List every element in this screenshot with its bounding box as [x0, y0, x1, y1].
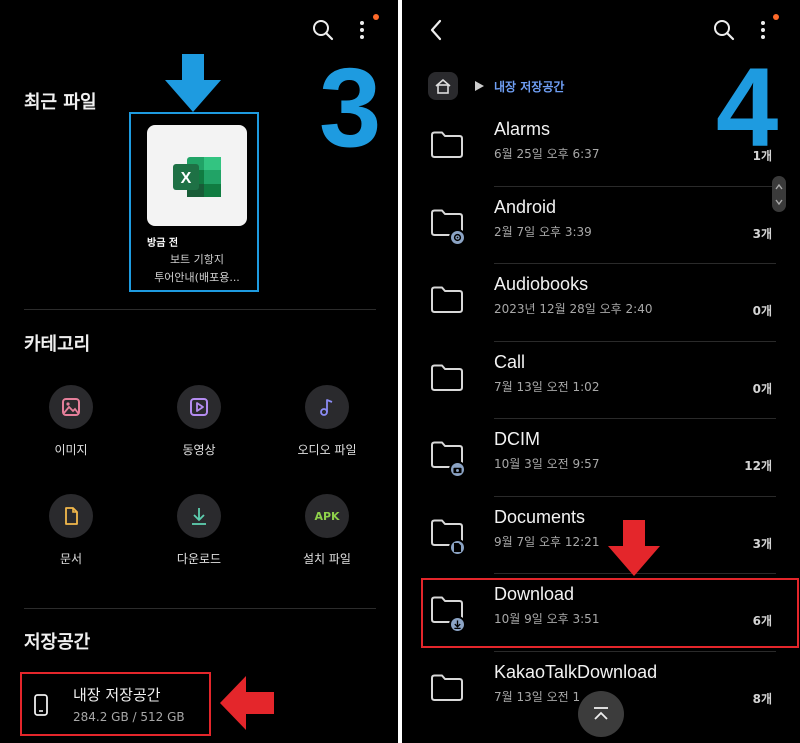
folder-count: 3개: [752, 226, 772, 241]
folder-date: 2월 7일 오후 3:39: [494, 224, 592, 239]
folder-icon: [430, 286, 464, 314]
image-icon: [49, 385, 93, 429]
camera-icon: [449, 461, 466, 478]
recent-files-title: 최근 파일: [24, 92, 97, 113]
folder-row-audiobooks[interactable]: Audiobooks 2023년 12월 28일 오후 2:40 0개: [402, 264, 800, 341]
apk-glyph: APK: [314, 509, 340, 523]
more-vert-icon[interactable]: [749, 16, 777, 44]
storage-title: 저장공간: [24, 632, 91, 653]
folder-name: Call: [494, 351, 526, 372]
scrollbar-handle[interactable]: [772, 176, 786, 212]
folder-icon: [430, 131, 464, 159]
internal-storage-item[interactable]: 내장 저장공간 284.2 GB / 512 GB: [20, 672, 211, 736]
category-label: 문서: [59, 552, 83, 566]
scroll-top-button[interactable]: [578, 691, 624, 737]
folder-date: 10월 3일 오전 9:57: [494, 457, 600, 471]
categories-title: 카테고리: [24, 334, 91, 355]
download-highlight: [421, 578, 799, 648]
more-vert-icon[interactable]: [348, 16, 376, 44]
home-icon[interactable]: [428, 72, 458, 100]
folder-icon: [430, 674, 464, 702]
breadcrumb-current[interactable]: 내장 저장공간: [494, 78, 564, 95]
recent-time-label: 방금 전: [147, 238, 179, 249]
excel-icon: X: [173, 157, 221, 197]
storage-name: 내장 저장공간: [73, 686, 161, 704]
phone-icon: [34, 694, 48, 716]
folder-count: 0개: [752, 304, 772, 318]
recent-file-name-line1: 보트 기항지: [169, 253, 225, 266]
category-label: 다운로드: [176, 552, 222, 566]
music-icon: [305, 385, 349, 429]
folder-row-alarms[interactable]: Alarms 6월 25일 오후 6:37 1개: [402, 109, 800, 186]
video-icon: [177, 385, 221, 429]
gear-icon: [449, 228, 466, 246]
file-home-screen: 3 최근 파일 X 방금 전 보트 기항지 투어안내(배포용... 카테고리 이…: [0, 0, 398, 743]
folder-name: KakaoTalkDownload: [494, 661, 658, 682]
step-number-3: 3: [319, 45, 382, 170]
recent-file-card[interactable]: X 방금 전 보트 기항지 투어안내(배포용...: [129, 112, 259, 292]
notification-dot: [373, 14, 379, 20]
section-divider: [24, 608, 376, 609]
apk-icon: APK: [305, 494, 349, 538]
document-icon: [49, 494, 93, 538]
notification-dot: [773, 14, 779, 20]
recent-file-name-line2: 투어안내(배포용...: [154, 271, 240, 284]
folder-name: Alarms: [494, 119, 551, 139]
folder-count: 8개: [752, 691, 772, 706]
folder-name: Documents: [494, 506, 586, 527]
folder-icon: [430, 519, 466, 556]
search-icon[interactable]: [309, 16, 337, 44]
category-label: 이미지: [54, 443, 88, 457]
storage-size: 284.2 GB / 512 GB: [73, 710, 185, 724]
folder-date: 7월 13일 오전 1:02: [494, 379, 600, 394]
category-label: 동영상: [182, 443, 216, 457]
folder-date: 2023년 12월 28일 오후 2:40: [494, 302, 653, 316]
doc-icon: [449, 538, 466, 556]
category-document[interactable]: 문서: [16, 494, 126, 567]
folder-icon: [430, 441, 466, 478]
search-icon[interactable]: [710, 16, 738, 44]
category-audio[interactable]: 오디오 파일: [272, 385, 382, 458]
svg-text:X: X: [181, 170, 192, 187]
folder-count: 1개: [752, 149, 772, 163]
folder-row-call[interactable]: Call 7월 13일 오전 1:02 0개: [402, 342, 800, 419]
folder-count: 12개: [744, 459, 772, 473]
folder-row-documents[interactable]: Documents 9월 7일 오후 12:21 3개: [402, 497, 800, 574]
scroll-top-icon: [594, 707, 608, 720]
folder-name: Android: [494, 196, 557, 217]
folder-date: 7월 13일 오전 1: [494, 689, 581, 704]
section-divider: [24, 309, 376, 310]
back-icon[interactable]: [422, 16, 450, 44]
download-icon: [177, 494, 221, 538]
internal-storage-screen: 4 내장 저장공간 Alarms 6월 25일 오후 6:37 1개 Andro…: [402, 0, 800, 743]
category-label: 설치 파일: [303, 552, 351, 566]
category-label: 오디오 파일: [297, 443, 357, 457]
folder-row-android[interactable]: Android 2월 7일 오후 3:39 3개: [402, 187, 800, 264]
arrow-down-indicator: [165, 54, 221, 112]
category-apk[interactable]: APK 설치 파일: [272, 494, 382, 567]
folder-row-dcim[interactable]: DCIM 10월 3일 오전 9:57 12개: [402, 419, 800, 496]
file-thumbnail: X: [147, 125, 247, 226]
arrow-left-indicator: [220, 676, 274, 730]
play-arrow-icon: [475, 81, 484, 91]
folder-count: 3개: [752, 536, 772, 551]
folder-count: 0개: [752, 381, 772, 396]
folder-date: 9월 7일 오후 12:21: [494, 534, 600, 549]
category-video[interactable]: 동영상: [144, 385, 254, 458]
folder-icon: [430, 364, 464, 392]
folder-name: Audiobooks: [494, 274, 589, 294]
category-image[interactable]: 이미지: [16, 385, 126, 458]
arrow-down-indicator: [608, 520, 660, 576]
folder-icon: [430, 209, 466, 246]
folder-name: DCIM: [494, 429, 540, 449]
folder-date: 6월 25일 오후 6:37: [494, 147, 600, 161]
category-download[interactable]: 다운로드: [144, 494, 254, 567]
